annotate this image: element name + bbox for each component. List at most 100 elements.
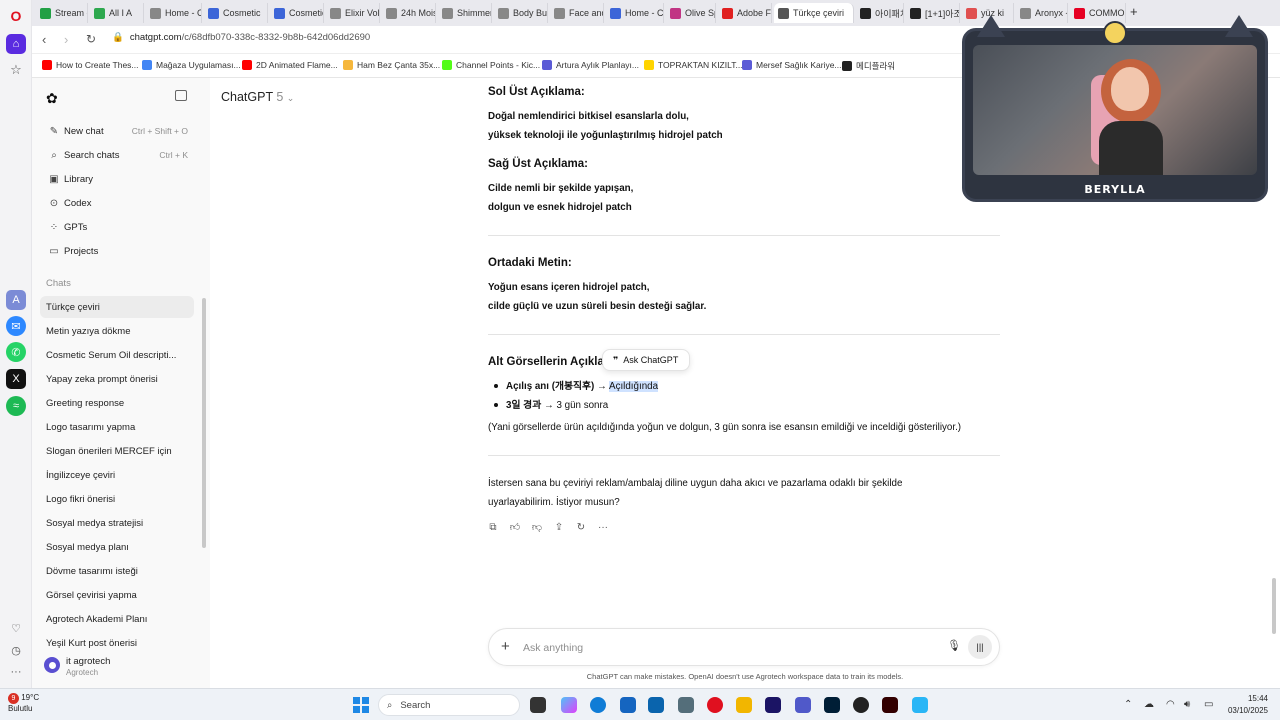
battery-icon[interactable]: ▭ — [1204, 699, 1213, 710]
bookmark-item[interactable]: Mersef Sağlık Kariye... — [742, 60, 842, 70]
selected-text[interactable]: Açıldığında — [609, 381, 659, 392]
chat-history-item[interactable]: Yapay zeka prompt önerisi — [40, 368, 194, 390]
bookmark-item[interactable]: 메디플라워 — [842, 60, 895, 72]
teams-icon[interactable] — [795, 697, 811, 713]
star-icon[interactable]: ☆ — [6, 60, 26, 80]
copy-icon[interactable]: ⧉ — [488, 522, 498, 533]
browser-tab[interactable]: Body Butt — [494, 3, 548, 23]
more-icon[interactable]: ··· — [6, 662, 26, 682]
after-effects-icon[interactable] — [765, 697, 781, 713]
browser-tab[interactable]: Olive Spa — [666, 3, 716, 23]
browser-tab[interactable]: 24h Moist — [382, 3, 436, 23]
model-selector[interactable]: ChatGPT 5 ⌄ — [221, 90, 294, 104]
browser-tab[interactable]: Türkçe çeviri — [774, 3, 854, 23]
bookmark-item[interactable]: Mağaza Uygulaması... — [142, 60, 241, 70]
aria-icon[interactable]: A — [6, 290, 26, 310]
library-button[interactable]: ▣ Library — [40, 168, 194, 190]
browser-tab[interactable]: Cosmetic — [204, 3, 268, 23]
main-scrollbar[interactable] — [1272, 578, 1276, 634]
thumbs-up-icon[interactable]: 👍︎ — [510, 522, 520, 533]
app-icon[interactable] — [912, 697, 928, 713]
chat-history-item[interactable]: Yeşil Kurt post önerisi — [40, 632, 194, 654]
more-icon[interactable]: ··· — [598, 522, 608, 533]
edge-icon[interactable] — [590, 697, 606, 713]
folder-icon[interactable] — [736, 697, 752, 713]
chat-history-item[interactable]: Metin yazıya dökme — [40, 320, 194, 342]
bookmark-item[interactable]: How to Create Thes... — [42, 60, 139, 70]
bookmark-item[interactable]: Channel Points - Kic... — [442, 60, 540, 70]
chat-history-item[interactable]: Logo tasarımı yapma — [40, 416, 194, 438]
photoshop-icon[interactable] — [824, 697, 840, 713]
chat-history-item[interactable]: Greeting response — [40, 392, 194, 414]
illustrator-icon[interactable] — [882, 697, 898, 713]
browser-tab[interactable]: Aronyx - — [1016, 3, 1068, 23]
codex-button[interactable]: ⊙ Codex — [40, 192, 194, 214]
browser-tab[interactable]: Face and — [550, 3, 604, 23]
projects-button[interactable]: ▭ Projects — [40, 240, 194, 262]
heart-icon[interactable]: ♡ — [6, 618, 26, 638]
browser-tab[interactable]: Stream - — [36, 3, 88, 23]
message-composer[interactable]: + Ask anything 🎙︎ ||| — [488, 628, 1000, 666]
sidebar-toggle-icon[interactable] — [175, 90, 187, 101]
regenerate-icon[interactable]: ↻ — [576, 522, 586, 533]
opera-icon[interactable] — [707, 697, 723, 713]
wifi-icon[interactable]: ◠ — [1166, 699, 1175, 710]
opera-logo-icon[interactable]: O — [6, 6, 26, 26]
browser-tab[interactable]: Home - C — [606, 3, 664, 23]
home-icon[interactable]: ⌂ — [6, 34, 26, 54]
chat-history-item[interactable]: Logo fikri önerisi — [40, 488, 194, 510]
spotify-icon[interactable]: ≈ — [6, 396, 26, 416]
forward-icon[interactable]: › — [64, 32, 68, 47]
copilot-icon[interactable] — [561, 697, 577, 713]
x-icon[interactable]: X — [6, 369, 26, 389]
volume-icon[interactable]: 🔊︎ — [1184, 699, 1190, 710]
browser-tab[interactable]: Adobe Fi — [718, 3, 772, 23]
browser-tab[interactable]: Home - C — [146, 3, 202, 23]
chat-history-item[interactable]: Sosyal medya planı — [40, 536, 194, 558]
microphone-icon[interactable]: 🎙︎ — [947, 639, 961, 652]
messenger-icon[interactable]: ✉ — [6, 316, 26, 336]
outlook-icon[interactable] — [648, 697, 664, 713]
chat-history-item[interactable]: Türkçe çeviri — [40, 296, 194, 318]
reload-icon[interactable]: ↻ — [86, 32, 96, 46]
bookmark-item[interactable]: Artura Aylık Planlayı... — [542, 60, 639, 70]
browser-tab[interactable]: [1+1]아조 — [906, 3, 960, 23]
chat-history-item[interactable]: Agrotech Akademi Planı — [40, 608, 194, 630]
browser-tab[interactable]: Shimmer — [438, 3, 492, 23]
app-icon[interactable] — [678, 697, 694, 713]
chat-history-item[interactable]: Sosyal medya stratejisi — [40, 512, 194, 534]
bookmark-item[interactable]: Ham Bez Çanta 35x... — [343, 60, 440, 70]
voice-mode-icon[interactable]: ||| — [968, 635, 992, 659]
store-icon[interactable] — [620, 697, 636, 713]
new-chat-button[interactable]: ✎ New chat Ctrl + Shift + O — [40, 120, 194, 142]
chat-history-item[interactable]: Görsel çevirisi yapma — [40, 584, 194, 606]
weather-widget[interactable]: 9 19°C Bulutlu — [8, 693, 39, 713]
clock[interactable]: 15:44 03/10/2025 — [1228, 693, 1268, 717]
bookmark-item[interactable]: 2D Animated Flame... — [242, 60, 338, 70]
chat-history-item[interactable]: Slogan önerileri MERCEF için — [40, 440, 194, 462]
ask-chatgpt-popup[interactable]: ❞ Ask ChatGPT — [602, 349, 690, 371]
share-icon[interactable]: ⇪ — [554, 522, 564, 533]
whatsapp-icon[interactable]: ✆ — [6, 342, 26, 362]
browser-tab[interactable]: All I A — [90, 3, 144, 23]
windows-start-icon[interactable] — [353, 697, 369, 713]
cloud-icon[interactable]: ☁ — [1144, 699, 1154, 710]
browser-tab[interactable]: Cosmetic — [270, 3, 324, 23]
sidebar-scrollbar[interactable] — [202, 298, 206, 548]
file-explorer-icon[interactable] — [530, 697, 546, 713]
new-tab-icon[interactable]: + — [1130, 4, 1138, 19]
bookmark-item[interactable]: TOPRAKTAN KIZILT... — [644, 60, 743, 70]
browser-tab[interactable]: 아이패치 — [856, 3, 904, 23]
chevron-up-icon[interactable]: ⌃ — [1124, 699, 1132, 710]
chat-history-item[interactable]: Dövme tasarımı isteği — [40, 560, 194, 582]
search-chats-button[interactable]: ⌕ Search chats Ctrl + K — [40, 144, 194, 166]
browser-tab[interactable]: COMMO — [1070, 3, 1126, 23]
history-icon[interactable]: ◷ — [6, 640, 26, 660]
chat-history-item[interactable]: İngilizceye çeviri — [40, 464, 194, 486]
thumbs-down-icon[interactable]: 👎︎ — [532, 522, 542, 533]
user-menu[interactable]: it agrotech Agrotech — [40, 654, 200, 682]
back-icon[interactable]: ‹ — [42, 32, 46, 47]
url-field[interactable]: 🔒 chatgpt.com/c/68dfb070-338c-8332-9b8b-… — [112, 32, 370, 43]
browser-tab[interactable]: Elixir Volc — [326, 3, 380, 23]
plus-icon[interactable]: + — [501, 638, 510, 655]
